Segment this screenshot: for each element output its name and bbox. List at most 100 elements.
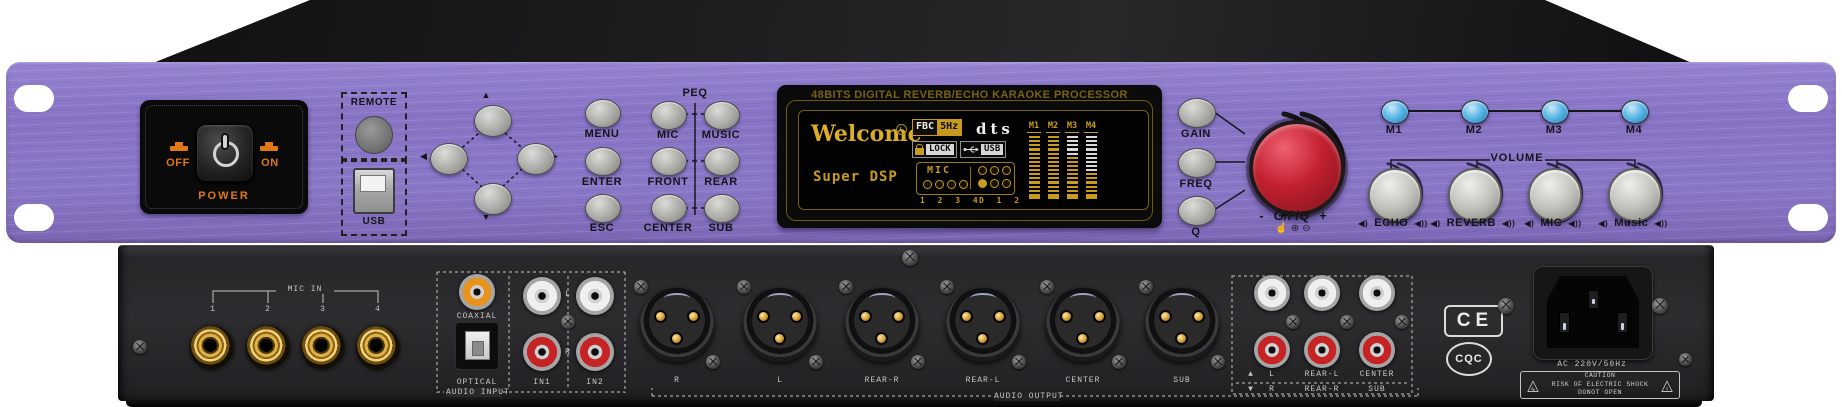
xlr-r-label: R — [637, 376, 717, 385]
rca-center-label: CENTER — [1352, 370, 1402, 379]
mic-jack-2 — [246, 326, 290, 370]
reverb-volume-knob[interactable] — [1448, 168, 1502, 222]
peq-mic-button[interactable] — [651, 101, 687, 130]
usb-state-label: USB — [981, 144, 1003, 155]
rack-hole — [14, 85, 54, 112]
in2-right-jack — [576, 333, 614, 371]
zoom-in-icon: ⊕ — [1291, 223, 1299, 234]
input-l-label: L — [562, 290, 574, 299]
rca-rear-r-label: REAR-R — [1297, 385, 1347, 394]
lock-label: LOCK — [926, 144, 954, 155]
echo-volume-knob[interactable] — [1368, 168, 1422, 222]
lock-icon — [915, 148, 924, 155]
arrow-up-mark: ▲ — [1246, 370, 1256, 379]
gain-button[interactable] — [1178, 98, 1216, 128]
gfq-hint-icons: ☝ ⊕ ⊖ — [1233, 223, 1353, 234]
arrow-up-icon: ▲ — [481, 90, 491, 100]
off-indicator-icon — [170, 146, 188, 151]
lcd-display: 48BITS DIGITAL REVERB/ECHO KARAOKE PROCE… — [777, 85, 1162, 228]
mic-in-2: 2 — [258, 305, 278, 314]
digit-numbers: D 1 2 — [979, 196, 1023, 205]
gfq-label: G/F/Q — [1274, 208, 1309, 223]
screw — [706, 355, 720, 369]
xlr-sub-label: SUB — [1142, 376, 1222, 385]
mic-block-divider — [970, 167, 971, 189]
mic-jack-3 — [301, 326, 345, 370]
esc-button[interactable] — [585, 194, 621, 223]
peq-music-button[interactable] — [704, 101, 740, 130]
nav-left-button[interactable] — [430, 143, 468, 175]
caution-text: CAUTION RISK OF ELECTRIC SHOCK DONOT OPE… — [1552, 372, 1649, 398]
ce-mark: CE — [1444, 305, 1503, 337]
enter-label: ENTER — [572, 176, 632, 188]
reverb-label: REVERB — [1447, 217, 1496, 229]
mic-in-3: 3 — [313, 305, 333, 314]
minus-label: - — [1259, 208, 1263, 223]
peq-sub-label: SUB — [691, 222, 751, 234]
menu-button[interactable] — [585, 99, 621, 128]
peq-mic-label: MIC — [638, 129, 698, 141]
usb-label: USB — [343, 216, 405, 227]
on-indicator-icon — [260, 146, 278, 151]
enter-button[interactable] — [585, 147, 621, 176]
rca-sub-label: SUB — [1352, 385, 1402, 394]
m2-led-button[interactable] — [1461, 100, 1489, 124]
speaker-high-icon: ◀)) — [1654, 219, 1667, 228]
screw — [902, 250, 918, 266]
remote-sensor — [355, 116, 393, 154]
music-volume-knob[interactable] — [1608, 168, 1662, 222]
xlr-rear-l — [946, 288, 1020, 362]
power-button[interactable] — [196, 124, 254, 182]
mic-volume-knob[interactable] — [1528, 168, 1582, 222]
in1-left-jack — [523, 277, 561, 315]
audio-input-label: AUDIO INPUT — [446, 388, 502, 397]
mic-jack-1 — [190, 326, 234, 370]
off-label: OFF — [156, 157, 200, 169]
tagline-text: Super DSP — [813, 169, 898, 185]
peq-rear-button[interactable] — [704, 147, 740, 176]
peq-sub-button[interactable] — [704, 194, 740, 223]
xlr-l-label: L — [740, 376, 820, 385]
hand-pointer-icon: ☝ — [1275, 223, 1287, 234]
rca-out-rear-r — [1304, 332, 1340, 368]
gfq-knob[interactable] — [1249, 120, 1345, 216]
music-volume-label: Music — [1614, 217, 1648, 229]
usb-icon — [963, 145, 979, 154]
nav-down-button[interactable] — [474, 183, 512, 215]
speaker-low-icon: ◀) — [1598, 219, 1608, 228]
rca-out-sub — [1359, 332, 1395, 368]
xlr-rear-l-label: REAR-L — [943, 376, 1023, 385]
screw — [1652, 298, 1668, 314]
ac-inlet — [1533, 266, 1653, 360]
screw — [1112, 355, 1126, 369]
xlr-rear-r — [845, 288, 919, 362]
caution-plate: △ϟ CAUTION RISK OF ELECTRIC SHOCK DONOT … — [1520, 371, 1680, 399]
q-button[interactable] — [1178, 196, 1216, 226]
cqc-mark: CQC — [1446, 342, 1492, 376]
mic-numbers: 1 2 3 4 — [920, 196, 982, 205]
dts-logo: dts — [976, 120, 1014, 138]
m4-led-button[interactable] — [1621, 100, 1649, 124]
speaker-low-icon: ◀) — [1524, 219, 1534, 228]
nav-up-button[interactable] — [474, 105, 512, 137]
product-shot: OFF ON POWER REMOTE USB ▲ ◀ ▶ ▼ MENU ENT… — [0, 0, 1842, 407]
rack-hole — [14, 204, 54, 231]
display-meters: M1M2M3M4 — [1027, 121, 1098, 199]
rca-out-r — [1254, 332, 1290, 368]
screw — [1040, 280, 1054, 294]
m3-led-button[interactable] — [1541, 100, 1569, 124]
gain-label: GAIN — [1166, 128, 1226, 140]
xlr-center-label: CENTER — [1043, 376, 1123, 385]
screw — [737, 280, 751, 294]
display-screen: Welcome Super DSP FBC 5Hz dts LOCK USB — [798, 110, 1149, 210]
peq-front-button[interactable] — [651, 147, 687, 176]
mic-volume-label: MIC — [1540, 217, 1562, 229]
usb-badge: USB — [960, 141, 1006, 158]
m1-led-button[interactable] — [1381, 100, 1409, 124]
nav-right-button[interactable] — [517, 143, 555, 175]
general-warning-icon: △! — [1659, 378, 1675, 393]
freq-button[interactable] — [1178, 148, 1216, 178]
usb-port[interactable] — [353, 168, 395, 214]
mic-jack-4 — [356, 326, 400, 370]
peq-center-button[interactable] — [651, 194, 687, 223]
